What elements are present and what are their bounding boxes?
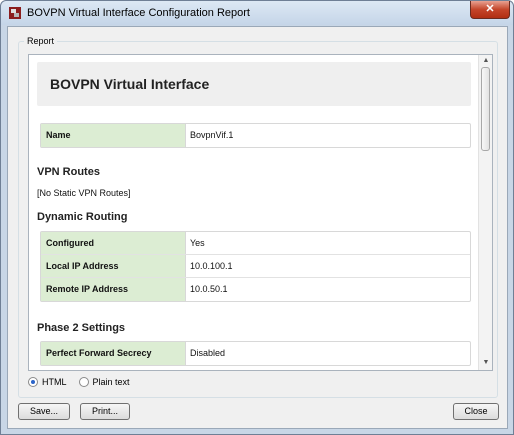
- html-radio-label[interactable]: HTML: [42, 377, 67, 387]
- title-bar[interactable]: BOVPN Virtual Interface Configuration Re…: [1, 1, 513, 25]
- report-heading: BOVPN Virtual Interface: [50, 76, 210, 92]
- report-view[interactable]: BOVPN Virtual Interface Name BovpnVif.1 …: [28, 54, 493, 371]
- row-key: Perfect Forward Secrecy: [41, 342, 186, 365]
- row-key: Configured: [41, 232, 186, 254]
- format-options: HTML Plain text: [28, 377, 138, 387]
- close-icon: ✕: [485, 3, 495, 15]
- name-table: Name BovpnVif.1: [40, 123, 471, 148]
- dialog-client-area: Report BOVPN Virtual Interface Name Bovp…: [7, 26, 508, 429]
- row-key: Name: [41, 124, 186, 147]
- report-scrollbar[interactable]: ▲ ▼: [478, 55, 492, 370]
- window-close-button[interactable]: ✕: [470, 1, 510, 19]
- plain-text-radio[interactable]: [78, 377, 89, 387]
- report-header: BOVPN Virtual Interface: [37, 62, 471, 106]
- scroll-up-icon[interactable]: ▲: [482, 57, 490, 65]
- dynamic-routing-heading: Dynamic Routing: [37, 211, 128, 223]
- table-row: Local IP Address 10.0.100.1: [41, 255, 470, 278]
- print-button[interactable]: Print...: [80, 403, 130, 420]
- table-row: Remote IP Address 10.0.50.1: [41, 278, 470, 301]
- plain-text-radio-label[interactable]: Plain text: [93, 377, 130, 387]
- report-group-label: Report: [24, 36, 58, 46]
- row-key: Remote IP Address: [41, 278, 186, 301]
- scroll-thumb[interactable]: [481, 67, 490, 151]
- row-value: 10.0.50.1: [190, 284, 228, 294]
- close-button[interactable]: Close: [453, 403, 499, 420]
- row-value: BovpnVif.1: [190, 130, 234, 140]
- html-radio[interactable]: [28, 377, 38, 387]
- vpn-routes-heading: VPN Routes: [37, 166, 100, 178]
- row-key: Local IP Address: [41, 255, 186, 277]
- dynamic-routing-table: Configured Yes Local IP Address 10.0.100…: [40, 231, 471, 302]
- save-button[interactable]: Save...: [18, 403, 70, 420]
- scroll-down-icon[interactable]: ▼: [482, 359, 490, 367]
- app-icon: [9, 7, 21, 19]
- report-window: BOVPN Virtual Interface Configuration Re…: [0, 0, 514, 435]
- vpn-routes-text: [No Static VPN Routes]: [37, 188, 131, 198]
- table-row: Name BovpnVif.1: [41, 124, 470, 147]
- table-row: Perfect Forward Secrecy Disabled: [41, 342, 470, 365]
- table-row: Configured Yes: [41, 232, 470, 255]
- row-value: Yes: [190, 238, 205, 248]
- row-value: Disabled: [190, 348, 226, 358]
- phase2-table: Perfect Forward Secrecy Disabled: [40, 341, 471, 366]
- window-title: BOVPN Virtual Interface Configuration Re…: [27, 7, 250, 19]
- row-value: 10.0.100.1: [190, 261, 233, 271]
- phase2-heading: Phase 2 Settings: [37, 322, 126, 334]
